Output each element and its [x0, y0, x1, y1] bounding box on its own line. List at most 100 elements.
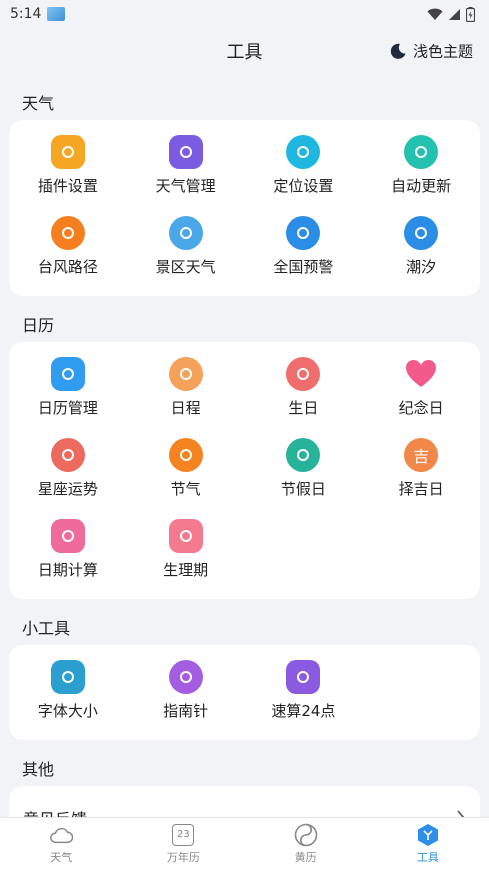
cellular-icon [449, 8, 460, 20]
bottom-tab-bar: 天气 23 万年历 黄历 工具 [0, 817, 489, 869]
tool-label: 日历管理 [37, 399, 98, 417]
tool-lucky-day[interactable]: 吉择吉日 [362, 433, 480, 514]
cloud-icon [49, 823, 74, 847]
tools-icon [416, 823, 440, 847]
tool-scenic-weather[interactable]: 景区天气 [127, 211, 245, 292]
tool-date-calculator[interactable]: 日期计算 [9, 514, 127, 595]
tool-font-size[interactable]: 字体大小 [9, 655, 127, 736]
status-right [427, 6, 475, 22]
tool-label: 生理期 [163, 561, 209, 579]
tool-label: 速算24点 [271, 702, 336, 720]
tool-label: 日程 [170, 399, 201, 417]
puzzle-icon [50, 135, 85, 169]
date-calculator-icon [50, 519, 85, 553]
section-title-calendar: 日历 [22, 316, 55, 335]
tool-label: 全国预警 [273, 258, 334, 276]
calendar-23-glyph: 23 [172, 823, 195, 846]
tide-icon [404, 216, 439, 250]
tool-list-manage[interactable]: 天气管理 [127, 130, 245, 211]
tool-birthday-cake[interactable]: 生日 [245, 352, 363, 433]
tool-warning-shield[interactable]: 全国预警 [245, 211, 363, 292]
tab-label: 工具 [416, 850, 439, 864]
tool-schedule[interactable]: 日程 [127, 352, 245, 433]
aries-icon [50, 438, 85, 472]
scenic-weather-icon [168, 216, 203, 250]
weather-tools-grid: 插件设置 天气管理 定位设置 自动更新台风路径 景区天气 全国预警 潮汐 [9, 120, 480, 296]
section-title-other: 其他 [22, 760, 55, 779]
weather-tools-card: 插件设置 天气管理 定位设置 自动更新台风路径 景区天气 全国预警 潮汐 [9, 120, 480, 296]
battery-icon [466, 6, 475, 22]
tool-label: 插件设置 [37, 177, 98, 195]
font-size-icon [50, 660, 85, 694]
holiday-balloon-icon [286, 438, 321, 472]
tool-location-pin[interactable]: 定位设置 [245, 130, 363, 211]
tool-label: 自动更新 [391, 177, 452, 195]
birthday-cake-icon [286, 357, 321, 391]
tool-label: 潮汐 [406, 258, 437, 276]
calendar-tools-grid: 日历管理 日程 生日 纪念日星座运势 节气 节假日 吉择吉日日期计算 生理期 [9, 342, 480, 599]
tool-holiday-balloon[interactable]: 节假日 [245, 433, 363, 514]
tool-calendar-manage[interactable]: 日历管理 [9, 352, 127, 433]
tab-label: 天气 [50, 850, 73, 864]
tool-label: 字体大小 [37, 702, 98, 720]
tool-label: 日期计算 [37, 561, 98, 579]
tool-label: 台风路径 [37, 258, 98, 276]
calendar-manage-icon [50, 357, 85, 391]
tool-heart[interactable]: 纪念日 [362, 352, 480, 433]
yin-yang-icon [294, 823, 318, 847]
warning-shield-icon [286, 216, 321, 250]
calendar-tools-card: 日历管理 日程 生日 纪念日星座运势 节气 节假日 吉择吉日日期计算 生理期 [9, 342, 480, 599]
wifi-icon [427, 8, 443, 20]
moon-icon [390, 43, 406, 59]
tool-refresh[interactable]: 自动更新 [362, 130, 480, 211]
section-title-tools: 小工具 [22, 619, 71, 638]
refresh-icon [404, 135, 439, 169]
small-tools-card: 字体大小 指南针 速算24点 [9, 645, 480, 740]
tool-period-tracker[interactable]: 生理期 [127, 514, 245, 595]
period-tracker-icon [168, 519, 203, 553]
tool-solar-term[interactable]: 节气 [127, 433, 245, 514]
game-controller-icon [286, 660, 321, 694]
tool-label: 节气 [170, 480, 201, 498]
tool-label: 指南针 [163, 702, 209, 720]
compass-icon [168, 660, 203, 694]
tool-aries[interactable]: 星座运势 [9, 433, 127, 514]
small-tools-grid: 字体大小 指南针 速算24点 [9, 645, 480, 740]
tool-typhoon[interactable]: 台风路径 [9, 211, 127, 292]
tab-label: 万年历 [166, 850, 200, 864]
tool-label: 定位设置 [273, 177, 334, 195]
tool-label: 择吉日 [398, 480, 444, 498]
schedule-icon [168, 357, 203, 391]
list-manage-icon [168, 135, 203, 169]
tool-label: 纪念日 [398, 399, 444, 417]
heart-icon [404, 357, 438, 391]
app-notification-icon [47, 7, 66, 21]
tab-tools[interactable]: 工具 [367, 818, 489, 869]
tool-compass[interactable]: 指南针 [127, 655, 245, 736]
tab-calendar-23[interactable]: 23 万年历 [122, 818, 244, 869]
tab-label: 黄历 [294, 850, 317, 864]
tool-label: 星座运势 [37, 480, 98, 498]
page-title: 工具 [226, 42, 263, 63]
status-bar: 5:14 [0, 0, 489, 28]
tool-label: 生日 [288, 399, 319, 417]
lucky-day-glyph: 吉 [413, 447, 430, 466]
calendar-23-icon: 23 [171, 823, 195, 847]
tool-puzzle[interactable]: 插件设置 [9, 130, 127, 211]
tab-yin-yang[interactable]: 黄历 [245, 818, 367, 869]
solar-term-icon [168, 438, 203, 472]
tab-cloud[interactable]: 天气 [0, 818, 122, 869]
tool-label: 天气管理 [155, 177, 216, 195]
tool-label: 景区天气 [155, 258, 216, 276]
tool-label: 节假日 [280, 480, 326, 498]
section-title-weather: 天气 [22, 94, 55, 113]
typhoon-icon [50, 216, 85, 250]
lucky-day-icon: 吉 [404, 438, 439, 472]
status-time: 5:14 [10, 6, 42, 22]
header: 工具 浅色主题 [0, 28, 489, 74]
theme-toggle[interactable]: 浅色主题 [389, 41, 473, 62]
theme-toggle-label: 浅色主题 [412, 42, 473, 61]
tool-game-controller[interactable]: 速算24点 [245, 655, 363, 736]
status-left: 5:14 [10, 6, 66, 22]
tool-tide[interactable]: 潮汐 [362, 211, 480, 292]
